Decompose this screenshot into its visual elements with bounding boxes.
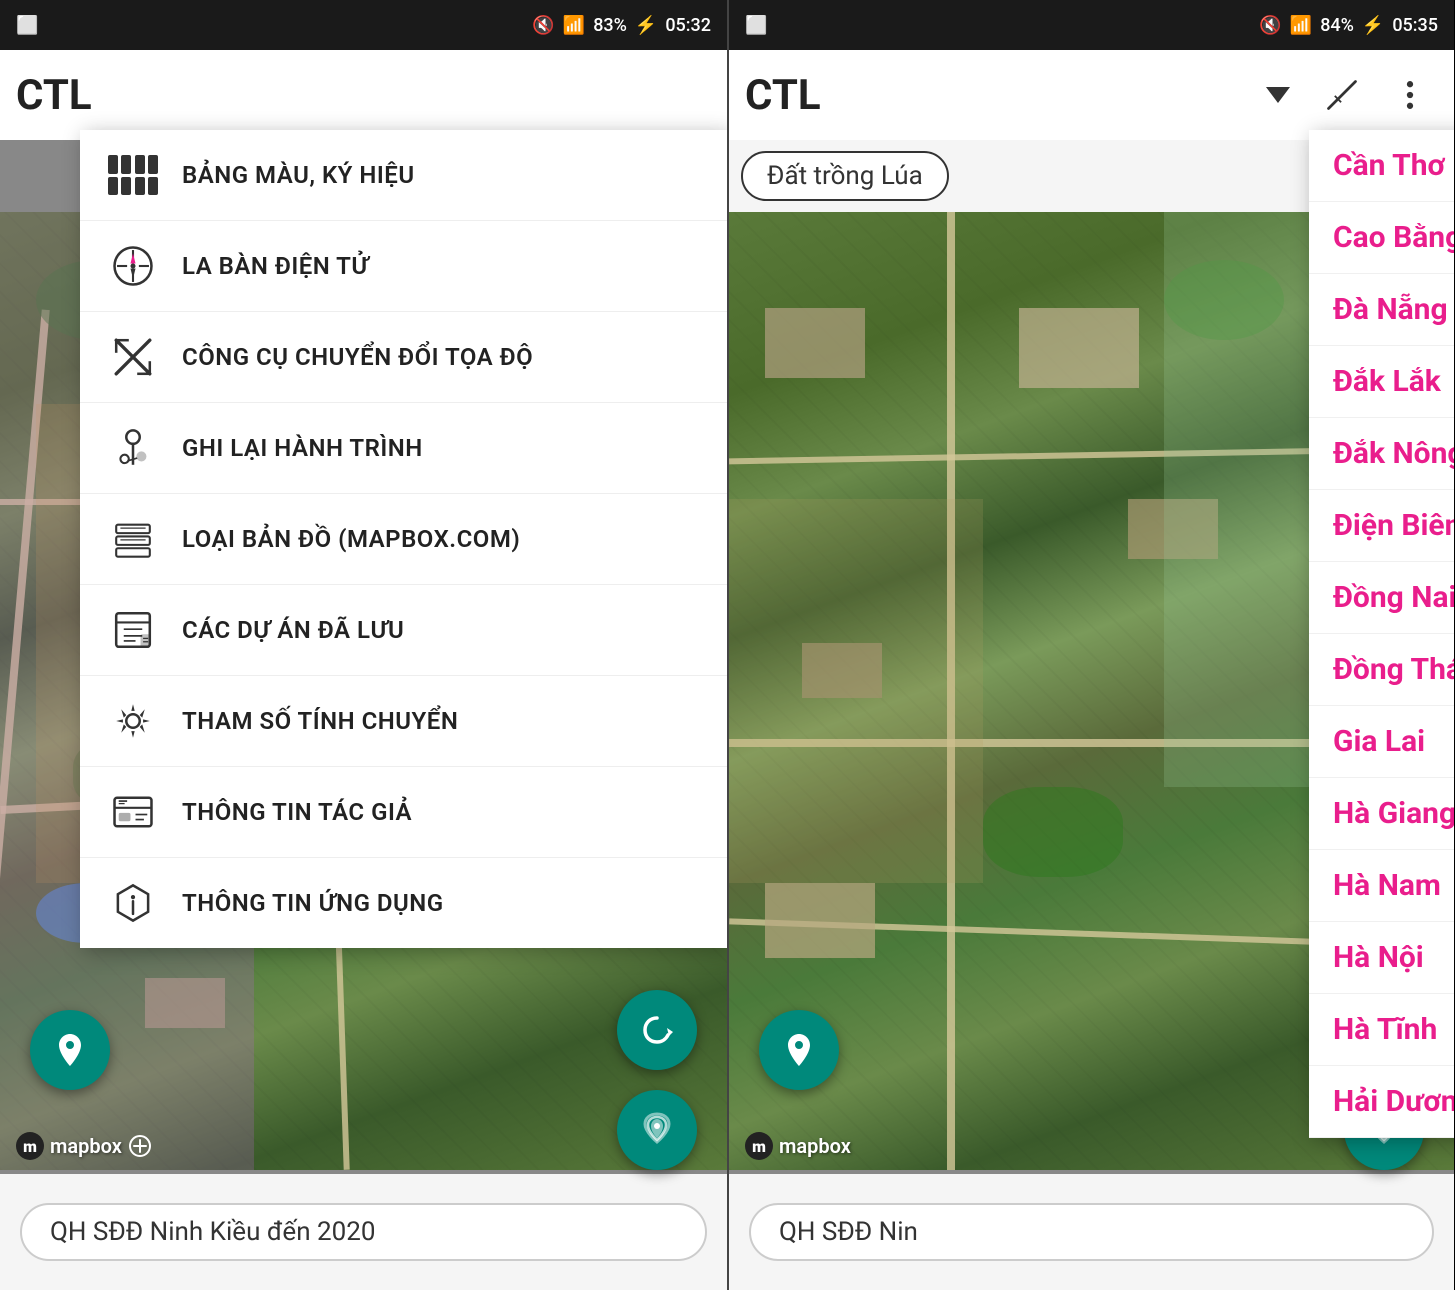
mapbox-text-left: mapbox xyxy=(50,1134,122,1158)
app-bar-left: CTL xyxy=(0,50,727,140)
measure-tool-button[interactable] xyxy=(1314,67,1370,123)
menu-item-params[interactable]: THAM SỐ TÍNH CHUYỂN xyxy=(80,676,727,767)
menu-label-params: THAM SỐ TÍNH CHUYỂN xyxy=(182,707,458,735)
time-left: 05:32 xyxy=(665,15,711,36)
screenshot-icon-right: ⬜ xyxy=(745,15,767,36)
bottom-text-right-content: QH SĐĐ Nin xyxy=(779,1217,918,1247)
menu-item-projects[interactable]: CÁC DỰ ÁN ĐÃ LƯU xyxy=(80,585,727,676)
province-item-cao-bang[interactable]: Cao Bằng xyxy=(1309,202,1454,274)
menu-label-appinfo: THÔNG TIN ỨNG DỤNG xyxy=(182,889,444,917)
bottom-text-right: QH SĐĐ Nin xyxy=(749,1203,1434,1261)
battery-icon-left: ⚡ xyxy=(635,15,657,36)
menu-item-appinfo[interactable]: THÔNG TIN ỨNG DỤNG xyxy=(80,858,727,948)
signal-fab-left[interactable] xyxy=(617,1090,697,1170)
menu-label-coordinate: CÔNG CỤ CHUYỂN ĐỔI TỌA ĐỘ xyxy=(182,343,533,371)
menu-item-compass[interactable]: LA BÀN ĐIỆN TỬ xyxy=(80,221,727,312)
bottom-bar-left: QH SĐĐ Ninh Kiều đến 2020 xyxy=(0,1174,727,1290)
battery-icon-right: ⚡ xyxy=(1362,15,1384,36)
more-options-button[interactable] xyxy=(1382,67,1438,123)
province-item-dong-thap[interactable]: Đồng Tháp xyxy=(1309,634,1454,706)
menu-item-author[interactable]: THÔNG TIN TÁC GIẢ xyxy=(80,767,727,858)
wifi-icon-left: 📶 xyxy=(563,15,585,36)
province-item-ha-tinh[interactable]: Hà Tĩnh xyxy=(1309,994,1454,1066)
wifi-icon-right: 📶 xyxy=(1290,15,1312,36)
menu-item-color-symbol[interactable]: BẢNG MÀU, KÝ HIỆU xyxy=(80,130,727,221)
mapbox-logo-right: m mapbox xyxy=(745,1132,851,1160)
menu-label-route: GHI LẠI HÀNH TRÌNH xyxy=(182,434,423,462)
mapbox-logo-left: m mapbox xyxy=(16,1132,152,1160)
province-dropdown: Cần Thơ Cao Bằng Đà Nẵng Đắk Lắk Đắk Nôn… xyxy=(1309,130,1454,1138)
tools-cross-icon xyxy=(108,332,158,382)
menu-item-coordinate[interactable]: CÔNG CỤ CHUYỂN ĐỔI TỌA ĐỘ xyxy=(80,312,727,403)
menu-label-compass: LA BÀN ĐIỆN TỬ xyxy=(182,252,369,280)
province-item-can-tho[interactable]: Cần Thơ xyxy=(1309,130,1454,202)
left-panel: ⬜ 🔇 📶 83% ⚡ 05:32 CTL xyxy=(0,0,727,1290)
bottom-bar-right: QH SĐĐ Nin xyxy=(729,1174,1454,1290)
province-selector[interactable] xyxy=(1258,75,1302,115)
province-item-dong-nai[interactable]: Đồng Nai xyxy=(1309,562,1454,634)
route-icon xyxy=(108,423,158,473)
context-menu: BẢNG MÀU, KÝ HIỆU LA BÀN ĐIỆN TỬ xyxy=(80,130,727,948)
mapbox-dot-right: m xyxy=(745,1132,773,1160)
menu-item-route[interactable]: GHI LẠI HÀNH TRÌNH xyxy=(80,403,727,494)
mute-icon-left: 🔇 xyxy=(532,15,554,36)
province-item-dak-lak[interactable]: Đắk Lắk xyxy=(1309,346,1454,418)
grid-icon xyxy=(108,150,158,200)
status-bar-left: ⬜ 🔇 📶 83% ⚡ 05:32 xyxy=(0,0,727,50)
author-icon xyxy=(108,787,158,837)
province-item-hai-duong[interactable]: Hải Dương xyxy=(1309,1066,1454,1138)
location-fab-right[interactable] xyxy=(759,1010,839,1090)
location-fab-left[interactable] xyxy=(30,1010,110,1090)
province-item-ha-noi[interactable]: Hà Nội xyxy=(1309,922,1454,994)
province-item-ha-giang[interactable]: Hà Giang xyxy=(1309,778,1454,850)
projects-icon xyxy=(108,605,158,655)
province-item-da-nang[interactable]: Đà Nẵng xyxy=(1309,274,1454,346)
screenshot-icon: ⬜ xyxy=(16,15,38,36)
app-title-right: CTL xyxy=(745,71,821,120)
right-panel: ⬜ 🔇 📶 84% ⚡ 05:35 CTL xyxy=(727,0,1454,1290)
app-title-left: CTL xyxy=(16,71,92,120)
search-input-right[interactable]: Đất trồng Lúa xyxy=(741,151,949,201)
province-item-gia-lai[interactable]: Gia Lai xyxy=(1309,706,1454,778)
province-item-dien-bien[interactable]: Điện Biên xyxy=(1309,490,1454,562)
info-hexagon-icon xyxy=(108,878,158,928)
dropdown-arrow-icon xyxy=(1258,75,1298,115)
mute-icon-right: 🔇 xyxy=(1259,15,1281,36)
mapbox-text-right: mapbox xyxy=(779,1134,851,1158)
compass-icon xyxy=(108,241,158,291)
menu-label-color-symbol: BẢNG MÀU, KÝ HIỆU xyxy=(182,161,415,189)
menu-label-maptype: LOẠI BẢN ĐỒ (MAPBOX.COM) xyxy=(182,525,520,553)
menu-label-projects: CÁC DỰ ÁN ĐÃ LƯU xyxy=(182,616,404,644)
app-bar-right: CTL xyxy=(729,50,1454,140)
refresh-fab-left[interactable] xyxy=(617,990,697,1070)
mapbox-extra-icon xyxy=(128,1134,152,1158)
menu-item-maptype[interactable]: LOẠI BẢN ĐỒ (MAPBOX.COM) xyxy=(80,494,727,585)
signal-right: 84% xyxy=(1320,15,1354,36)
mapbox-dot-left: m xyxy=(16,1132,44,1160)
province-item-ha-nam[interactable]: Hà Nam xyxy=(1309,850,1454,922)
signal-left: 83% xyxy=(593,15,627,36)
status-bar-right: ⬜ 🔇 📶 84% ⚡ 05:35 xyxy=(729,0,1454,50)
layers-icon xyxy=(108,514,158,564)
bottom-text-left: QH SĐĐ Ninh Kiều đến 2020 xyxy=(20,1203,707,1261)
menu-label-author: THÔNG TIN TÁC GIẢ xyxy=(182,798,412,826)
province-item-dak-nong[interactable]: Đắk Nông xyxy=(1309,418,1454,490)
time-right: 05:35 xyxy=(1392,15,1438,36)
gear-icon xyxy=(108,696,158,746)
